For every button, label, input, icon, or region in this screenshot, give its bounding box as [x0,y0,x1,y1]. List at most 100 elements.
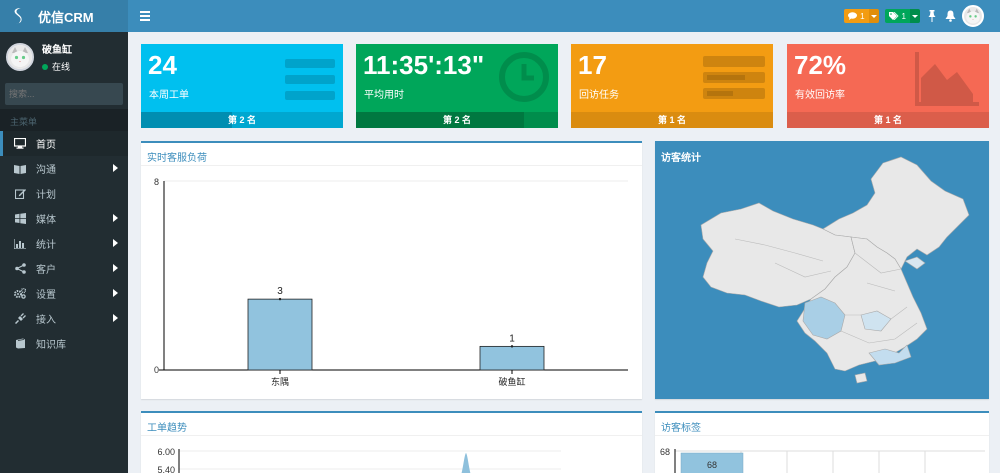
china-map[interactable] [655,143,989,399]
map-region-shandong[interactable] [904,256,926,270]
archive-icon [14,338,26,350]
panel-realtime-load: 实时客服负荷 8 0 3 东隅 1 破鱼缸 [141,141,642,399]
map-region-hainan[interactable] [854,372,868,384]
messages-count: 1 [860,11,865,21]
sidebar-item-customers[interactable]: 客户 [0,256,128,281]
stat-label: 平均用时 [364,90,404,101]
chevron-down-icon [912,14,918,18]
sidebar-item-integration[interactable]: 接入 [0,306,128,331]
area-chart-icon [915,52,979,106]
y-tick-mid: 5.40 [157,465,175,473]
user-status: 在线 [42,60,72,73]
sidebar-item-label: 首页 [36,140,56,151]
sidebar-item-media[interactable]: 媒体 [0,206,128,231]
sidebar: 优信CRM 破鱼缸 在线 主菜单 [0,0,128,473]
x-tick-label-0: 东隅 [271,376,289,387]
chevron-right-icon [113,314,118,322]
avatar[interactable] [962,5,984,27]
bar-top-marker-0 [278,297,282,301]
stat-box-weekly-tickets[interactable]: 24 本周工单 第 2 名 [141,44,343,128]
user-status-text: 在线 [52,62,71,72]
sidebar-item-plan[interactable]: 计划 [0,181,128,206]
stat-label: 有效回访率 [795,90,845,101]
bell-icon[interactable] [944,10,956,22]
stat-progress-bar [141,112,232,128]
cat-avatar-icon [8,45,32,69]
bar-chart-icon [14,238,26,250]
sidebar-item-settings[interactable]: 设置 [0,281,128,306]
stat-rank: 第 1 名 [873,115,902,125]
sidebar-item-communication[interactable]: 沟通 [0,156,128,181]
clock-icon [499,52,549,102]
windows-icon [14,213,26,225]
stat-rank: 第 1 名 [657,115,686,125]
panel-ticket-trend: 工单趋势 6.00 5.40 [141,411,642,473]
stat-rank: 第 2 名 [227,115,256,125]
stat-footer: 第 2 名 [141,112,343,128]
hamburger-menu-icon[interactable] [140,11,150,21]
menu-header: 主菜单 [0,109,128,131]
y-tick-top: 68 [660,447,670,457]
monitor-icon [14,138,26,150]
y-tick-top: 6.00 [157,447,175,457]
chevron-down-icon [870,14,877,18]
tasks-icon [703,56,765,99]
panel-visitor-tags: 访客标签 68 68 [655,411,989,473]
sidebar-item-statistics[interactable]: 统计 [0,231,128,256]
tags-icon [888,12,899,20]
logo-icon [14,8,22,24]
list-icon [285,59,335,100]
bar-1[interactable] [479,345,545,371]
bar-value-label-0: 3 [277,286,283,297]
stat-value: 17 [578,50,607,80]
pin-icon[interactable] [926,10,938,22]
app-name: 优信CRM [38,9,94,25]
stat-footer: 第 1 名 [787,112,989,128]
sidebar-item-label: 媒体 [36,215,56,226]
panel-visitor-map: 访客统计 [655,141,989,399]
stat-box-average-time[interactable]: 11:35':13" 平均用时 第 2 名 [356,44,558,128]
chevron-right-icon [113,214,118,222]
tags-count: 1 [901,11,906,21]
sidebar-item-knowledge-base[interactable]: 知识库 [0,331,128,356]
stat-value: 11:35':13" [363,50,485,80]
sidebar-item-label: 客户 [36,265,56,276]
online-dot-icon [42,63,48,70]
trend-series-peak [461,453,471,473]
chevron-right-icon [113,164,118,172]
bar-top-marker-1 [510,345,514,348]
avatar[interactable] [6,43,34,71]
plug-icon [14,313,26,325]
user-panel: 破鱼缸 在线 [0,37,128,77]
tag-bar-value: 68 [707,460,717,470]
search-input[interactable] [9,89,126,99]
messages-badge[interactable]: 1 [844,9,879,23]
user-name: 破鱼缸 [42,45,72,56]
bar-value-label-1: 1 [509,333,515,344]
gears-icon [14,288,26,300]
tags-badge[interactable]: 1 [884,9,920,23]
stat-box-callback-tasks[interactable]: 17 回访任务 第 1 名 [571,44,773,128]
edit-icon [14,188,26,200]
sidebar-item-label: 计划 [36,190,56,201]
app-logo[interactable]: 优信CRM [0,0,128,32]
share-icon [14,263,26,275]
cat-avatar-icon [964,7,982,25]
sidebar-item-label: 沟通 [36,165,56,176]
sidebar-item-home[interactable]: 首页 [0,131,128,156]
top-navbar: 1 1 [128,0,1000,32]
sidebar-item-label: 设置 [36,290,56,301]
tags-bar-chart: 68 68 [660,447,985,473]
chevron-right-icon [113,289,118,297]
stat-progress-bar [356,112,524,128]
stat-box-callback-rate[interactable]: 72% 有效回访率 第 1 名 [787,44,989,128]
bar-0[interactable] [247,298,313,371]
sidebar-search [5,83,126,105]
chevron-right-icon [113,239,118,247]
book-icon [14,163,26,175]
y-tick-min: 0 [154,365,159,375]
load-bar-chart: 8 0 3 东隅 1 破鱼缸 [154,177,628,387]
stat-footer: 第 2 名 [356,112,558,128]
y-tick-max: 8 [154,177,159,187]
stat-rank: 第 2 名 [442,115,471,125]
